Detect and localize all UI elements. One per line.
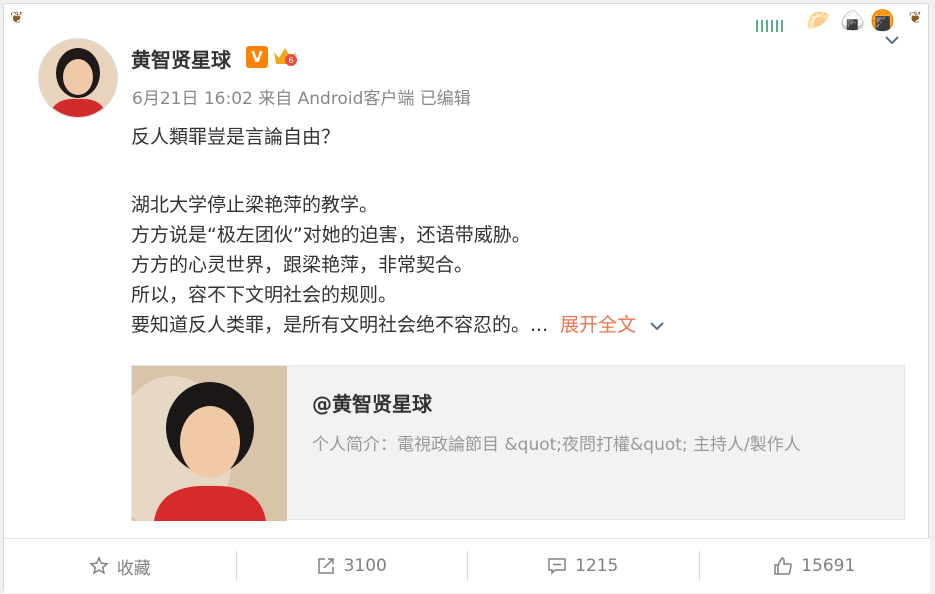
like-count: 15691 xyxy=(801,556,856,576)
author-name[interactable]: 黄智贤星球 xyxy=(131,44,231,73)
content-line: 要知道反人类罪，是所有文明社会绝不容忍的。... xyxy=(131,314,549,336)
weibo-post-card: ❦ 🥟 🍙 🍘 ❦ 黄智贤星球 V 6 6月21日 16:02 来自 Andro… xyxy=(3,3,930,593)
repost-count: 3100 xyxy=(343,556,387,576)
content-line-last: 要知道反人类罪，是所有文明社会绝不容忍的。... 展开全文 xyxy=(131,310,891,340)
profile-link-card[interactable]: @黄智贤星球 个人简介：電視政論節目 &quot;夜問打權&quot; 主持人/… xyxy=(131,365,905,521)
star-icon xyxy=(88,556,109,575)
crown-badge-icon[interactable]: 6 xyxy=(272,44,298,68)
thumbs-up-icon xyxy=(774,557,793,575)
favorite-button[interactable]: 收藏 xyxy=(4,539,236,593)
content-line: 反人類罪豈是言論自由？ xyxy=(131,126,341,148)
branch-decoration-icon: ❦ xyxy=(908,8,922,27)
repost-button[interactable]: 3100 xyxy=(235,539,468,593)
content-line: 方方的心灵世界，跟梁艳萍，非常契合。 xyxy=(131,254,474,276)
decor-bars xyxy=(756,20,783,32)
chevron-down-icon[interactable] xyxy=(884,32,900,48)
branch-decoration-icon: ❦ xyxy=(10,8,24,27)
avatar[interactable] xyxy=(38,38,118,118)
bun-decoration-icon: 🥟 xyxy=(806,8,831,32)
profile-card-description: 个人简介：電視政論節目 &quot;夜問打權&quot; 主持人/製作人 xyxy=(312,435,801,455)
action-bar: 收藏 3100 1215 15691 xyxy=(4,538,930,593)
favorite-label: 收藏 xyxy=(116,558,151,579)
svg-text:6: 6 xyxy=(288,56,293,65)
post-content: 反人類罪豈是言論自由？ 湖北大学停止梁艳萍的教学。 方方说是“极左团伙”对她的迫… xyxy=(131,122,891,340)
comment-button[interactable]: 1215 xyxy=(467,539,699,593)
repost-icon xyxy=(317,558,334,574)
zongzi-decoration-icon: 🍘 xyxy=(870,8,895,32)
content-line: 所以，容不下文明社会的规则。 xyxy=(131,284,398,306)
profile-card-photo xyxy=(132,366,287,521)
expand-full-text-link[interactable]: 展开全文 xyxy=(560,314,636,336)
comment-count: 1215 xyxy=(575,556,619,576)
profile-card-title: @黄智贤星球 xyxy=(312,392,432,416)
content-line: 方方说是“极左团伙”对她的迫害，还语带威胁。 xyxy=(131,224,531,246)
like-button[interactable]: 15691 xyxy=(698,539,931,593)
comment-icon xyxy=(548,558,566,575)
chevron-down-icon[interactable] xyxy=(650,321,664,331)
dumpling-decoration-icon: 🍙 xyxy=(840,8,865,32)
verified-v-icon: V xyxy=(246,46,268,68)
post-meta: 6月21日 16:02 来自 Android客户端 已编辑 xyxy=(132,89,471,109)
content-line: 湖北大学停止梁艳萍的教学。 xyxy=(131,194,379,216)
